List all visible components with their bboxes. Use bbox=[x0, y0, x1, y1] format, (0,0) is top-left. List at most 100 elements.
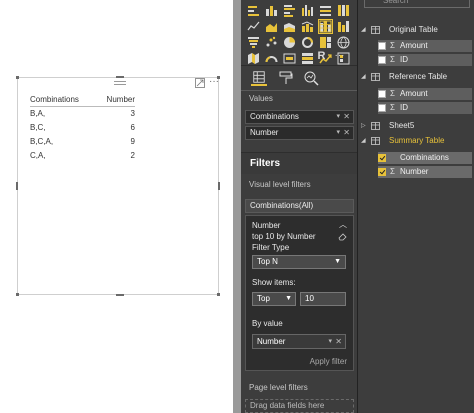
stacked-area-chart-icon[interactable] bbox=[283, 20, 296, 33]
chevron-down-icon[interactable]: ▾ bbox=[336, 127, 340, 139]
field-row-amount[interactable]: Σ Amount bbox=[378, 40, 472, 52]
collapse-caret-icon[interactable]: ︿ bbox=[339, 219, 347, 230]
field-checkbox[interactable] bbox=[378, 56, 386, 64]
by-value-field: Number bbox=[257, 337, 286, 346]
analytics-magnifier-icon[interactable] bbox=[303, 70, 319, 86]
resize-handle-right[interactable] bbox=[218, 182, 220, 190]
table-original-table[interactable]: ◢ Original Table bbox=[358, 23, 474, 37]
show-items-label: Show items: bbox=[252, 278, 296, 287]
expand-triangle-icon[interactable]: ▷ bbox=[361, 119, 366, 133]
apply-filter-button[interactable]: Apply filter bbox=[310, 357, 347, 366]
r-visual-icon[interactable]: R bbox=[315, 50, 328, 63]
field-row-amount[interactable]: Σ Amount bbox=[378, 88, 472, 100]
100-percent-column-chart-icon[interactable] bbox=[337, 4, 350, 17]
clustered-column-chart-icon[interactable] bbox=[301, 4, 314, 17]
line-chart-icon[interactable] bbox=[247, 20, 260, 33]
resize-handle-left[interactable] bbox=[16, 182, 18, 190]
report-canvas[interactable]: ··· Combinations Number B,A, 3 B,C, 6 B, bbox=[0, 0, 233, 413]
area-chart-icon[interactable] bbox=[265, 20, 278, 33]
multi-row-card-icon[interactable] bbox=[301, 52, 314, 65]
values-well-combinations[interactable]: Combinations ▾ ✕ bbox=[245, 110, 354, 124]
map-icon[interactable] bbox=[337, 36, 350, 49]
resize-handle-bottom-left[interactable] bbox=[16, 293, 19, 296]
tab-underline bbox=[241, 90, 357, 91]
field-checkbox-checked[interactable] bbox=[378, 168, 386, 176]
donut-chart-icon[interactable] bbox=[301, 36, 314, 49]
resize-handle-bottom-right[interactable] bbox=[217, 293, 220, 296]
pie-chart-icon[interactable] bbox=[283, 36, 296, 49]
focus-mode-icon[interactable] bbox=[195, 78, 205, 88]
cell-combination: B,A, bbox=[30, 109, 46, 118]
scatter-chart-icon[interactable] bbox=[265, 36, 278, 49]
fields-search-input[interactable]: Search bbox=[364, 0, 470, 8]
resize-handle-top[interactable] bbox=[116, 76, 124, 78]
drag-grip-icon[interactable] bbox=[114, 81, 126, 85]
dropdown-arrow-icon: ▼ bbox=[285, 295, 292, 302]
collapse-triangle-icon[interactable]: ◢ bbox=[361, 23, 366, 37]
field-checkbox[interactable] bbox=[378, 104, 386, 112]
fields-tab-icon[interactable] bbox=[251, 70, 267, 86]
resize-handle-bottom[interactable] bbox=[116, 294, 124, 296]
sigma-icon: Σ bbox=[390, 167, 395, 176]
dropdown-arrow-icon: ▼ bbox=[334, 258, 341, 265]
stacked-column-chart-icon[interactable] bbox=[265, 4, 278, 17]
table-sheet5[interactable]: ▷ Sheet5 bbox=[358, 119, 474, 133]
remove-field-icon[interactable]: ✕ bbox=[343, 111, 350, 123]
collapse-triangle-icon[interactable]: ◢ bbox=[361, 70, 366, 84]
filled-map-icon[interactable] bbox=[247, 52, 260, 65]
filter-type-dropdown[interactable]: Top N ▼ bbox=[252, 255, 346, 269]
chevron-down-icon[interactable]: ▾ bbox=[328, 335, 332, 348]
cell-combination: B,C,A, bbox=[30, 137, 54, 146]
waterfall-chart-icon[interactable] bbox=[337, 20, 350, 33]
cell-number: 3 bbox=[130, 109, 135, 118]
stacked-bar-chart-icon[interactable] bbox=[247, 4, 260, 17]
resize-handle-top-left[interactable] bbox=[16, 76, 19, 79]
table-row: B,C,A, 9 bbox=[30, 135, 135, 149]
sigma-icon: Σ bbox=[390, 103, 395, 112]
by-value-well[interactable]: Number ▾ ✕ bbox=[252, 334, 346, 349]
field-checkbox[interactable] bbox=[378, 42, 386, 50]
sigma-icon: Σ bbox=[390, 55, 395, 64]
top-bottom-dropdown[interactable]: Top ▼ bbox=[252, 292, 296, 306]
table-name: Sheet5 bbox=[389, 121, 415, 130]
values-well-number[interactable]: Number ▾ ✕ bbox=[245, 126, 354, 140]
100-percent-bar-chart-icon[interactable] bbox=[319, 4, 332, 17]
item-count-input[interactable]: 10 bbox=[300, 292, 346, 306]
table-icon bbox=[371, 73, 380, 81]
cell-combination: B,C, bbox=[30, 123, 46, 132]
funnel-chart-icon[interactable] bbox=[247, 36, 260, 49]
drag-fields-drop-zone[interactable]: Drag data fields here bbox=[245, 399, 354, 413]
field-row-id[interactable]: Σ ID bbox=[378, 54, 472, 66]
treemap-icon[interactable] bbox=[319, 36, 332, 49]
clear-filter-eraser-icon[interactable] bbox=[338, 232, 347, 241]
well-field-label: Combinations bbox=[250, 112, 299, 121]
field-checkbox-checked[interactable] bbox=[378, 154, 386, 162]
card-icon[interactable] bbox=[283, 52, 296, 65]
filters-title: Filters bbox=[250, 158, 281, 169]
cell-number: 9 bbox=[130, 137, 135, 146]
table-visual[interactable]: ··· Combinations Number B,A, 3 B,C, 6 B, bbox=[16, 76, 220, 296]
collapse-triangle-icon[interactable]: ◢ bbox=[361, 134, 366, 148]
more-visuals-icon[interactable]: ··· bbox=[333, 49, 346, 62]
remove-field-icon[interactable]: ✕ bbox=[335, 335, 342, 348]
values-label: Values bbox=[249, 94, 273, 103]
filter-type-value: Top N bbox=[257, 257, 278, 266]
column-header-number[interactable]: Number bbox=[96, 94, 135, 107]
chevron-down-icon[interactable]: ▾ bbox=[336, 111, 340, 123]
gauge-icon[interactable] bbox=[265, 52, 278, 65]
table-reference-table[interactable]: ◢ Reference Table bbox=[358, 70, 474, 84]
filter-combinations-all[interactable]: Combinations(All) bbox=[245, 199, 354, 213]
table-visual-selected-icon[interactable] bbox=[318, 19, 333, 34]
table-summary-table[interactable]: ◢ Summary Table bbox=[358, 134, 474, 148]
more-options-icon[interactable]: ··· bbox=[209, 76, 219, 87]
column-header-combinations[interactable]: Combinations bbox=[30, 94, 97, 107]
pane-tabs bbox=[241, 65, 357, 91]
clustered-bar-chart-icon[interactable] bbox=[283, 4, 296, 17]
field-checkbox[interactable] bbox=[378, 90, 386, 98]
format-paint-roller-icon[interactable] bbox=[278, 70, 294, 86]
field-row-id[interactable]: Σ ID bbox=[378, 102, 472, 114]
field-row-number[interactable]: Σ Number bbox=[378, 166, 472, 178]
field-row-combinations[interactable]: Combinations bbox=[378, 152, 472, 164]
line-column-chart-icon[interactable] bbox=[301, 20, 314, 33]
remove-field-icon[interactable]: ✕ bbox=[343, 127, 350, 139]
